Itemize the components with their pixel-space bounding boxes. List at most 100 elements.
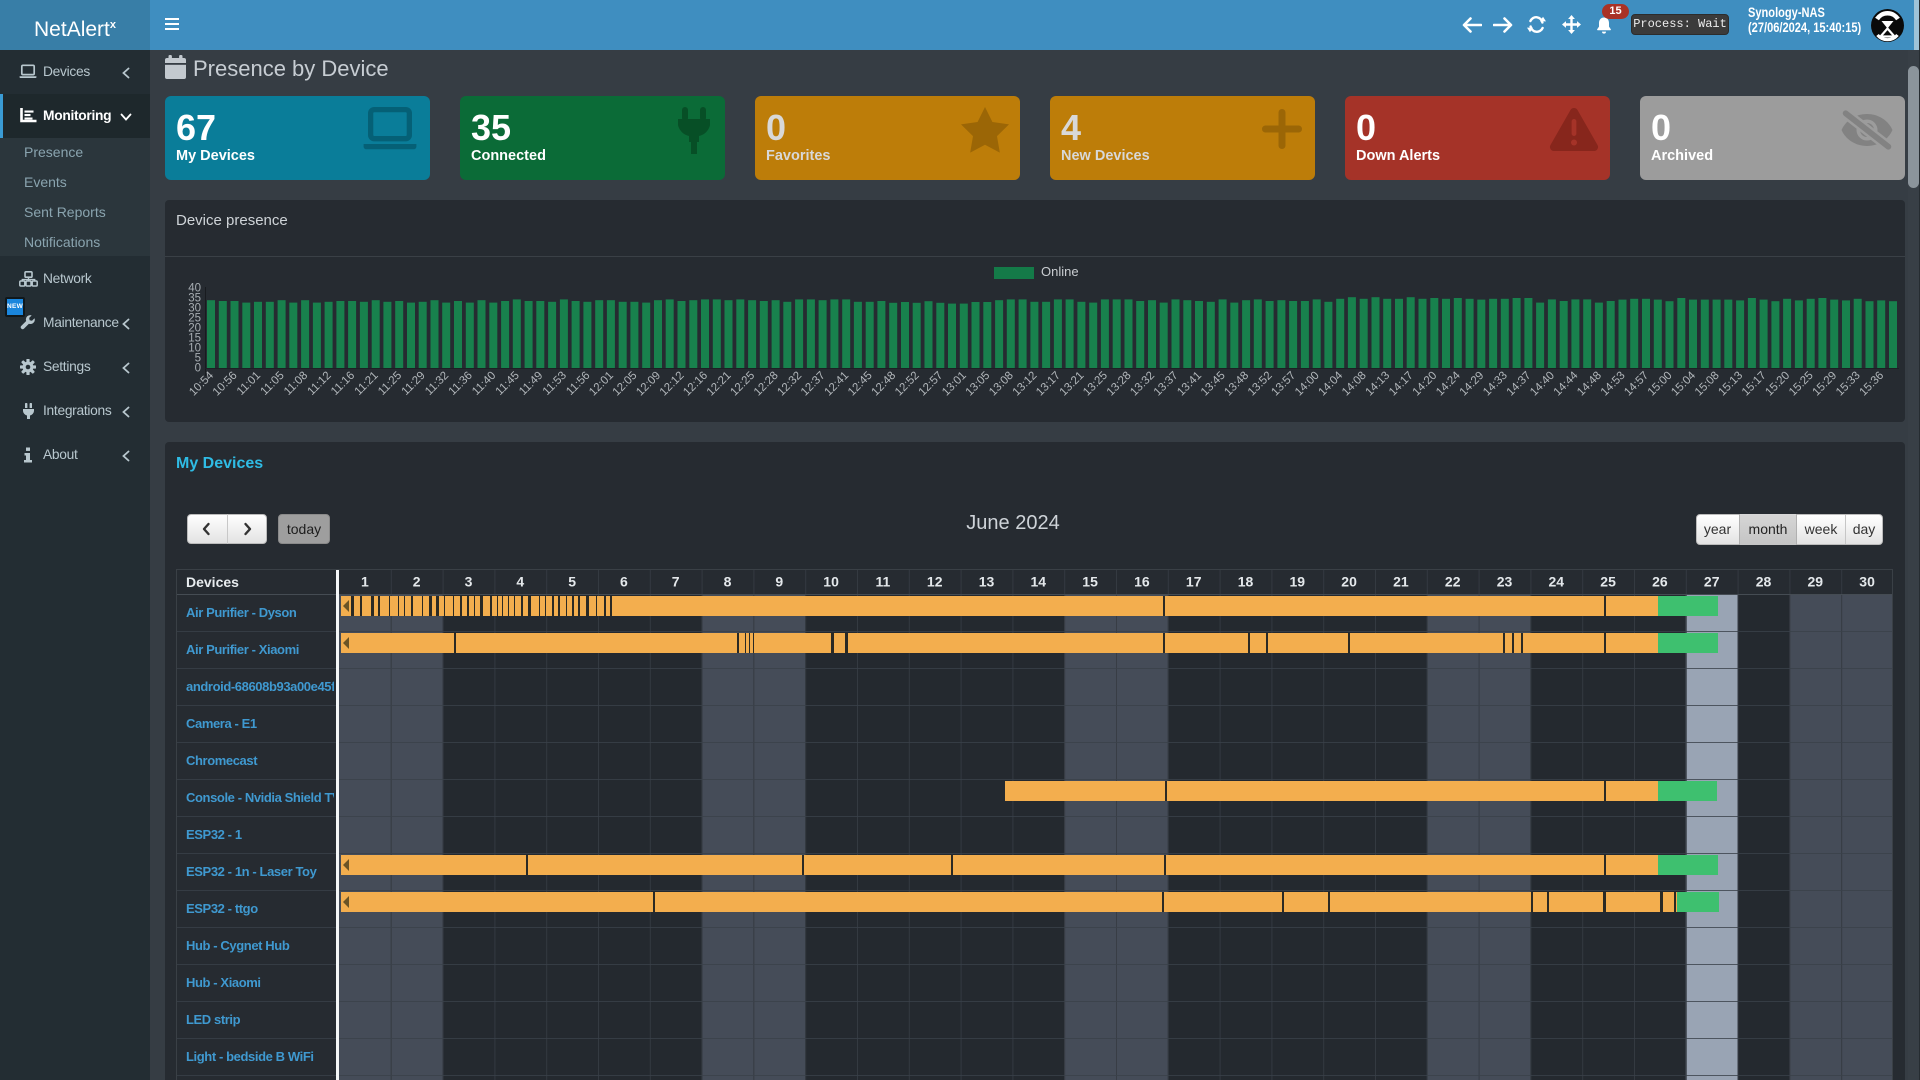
svg-text:14:08: 14:08	[1340, 370, 1369, 399]
svg-text:5: 5	[568, 574, 576, 590]
svg-text:8: 8	[724, 574, 732, 590]
svg-text:12:37: 12:37	[799, 370, 828, 399]
svg-text:11:56: 11:56	[564, 370, 592, 398]
svg-text:14:53: 14:53	[1599, 370, 1628, 399]
svg-text:11:12: 11:12	[305, 370, 333, 398]
svg-text:13:45: 13:45	[1199, 370, 1228, 399]
svg-text:11:08: 11:08	[282, 370, 310, 398]
svg-text:15:08: 15:08	[1693, 370, 1722, 399]
svg-text:15:20: 15:20	[1763, 370, 1792, 399]
svg-text:13:21: 13:21	[1058, 370, 1087, 399]
svg-text:14:17: 14:17	[1387, 370, 1416, 399]
svg-text:40: 40	[188, 283, 201, 295]
svg-text:12:25: 12:25	[728, 370, 757, 399]
svg-text:14:04: 14:04	[1316, 369, 1345, 398]
svg-text:13:12: 13:12	[1011, 370, 1040, 399]
svg-text:15:13: 15:13	[1716, 370, 1745, 399]
svg-text:14:44: 14:44	[1552, 369, 1581, 398]
svg-text:11:05: 11:05	[258, 370, 286, 398]
svg-text:6: 6	[620, 574, 628, 590]
svg-text:11:29: 11:29	[400, 370, 428, 398]
svg-text:1: 1	[361, 574, 369, 590]
svg-text:11:32: 11:32	[423, 370, 451, 398]
svg-text:12:52: 12:52	[893, 370, 922, 399]
svg-text:11:01: 11:01	[235, 370, 263, 398]
svg-text:12:09: 12:09	[634, 370, 663, 399]
svg-text:14:00: 14:00	[1293, 370, 1322, 399]
svg-text:14:24: 14:24	[1434, 369, 1463, 398]
svg-text:15:00: 15:00	[1646, 370, 1675, 399]
svg-text:15:33: 15:33	[1834, 370, 1863, 399]
svg-text:15:04: 15:04	[1669, 369, 1698, 398]
svg-text:24: 24	[1549, 574, 1565, 590]
svg-text:19: 19	[1290, 574, 1306, 590]
svg-text:26: 26	[1652, 574, 1668, 590]
svg-text:16: 16	[1134, 574, 1150, 590]
svg-text:13:37: 13:37	[1152, 370, 1181, 399]
svg-text:15:25: 15:25	[1787, 370, 1816, 399]
svg-text:14: 14	[1031, 574, 1047, 590]
svg-text:13:28: 13:28	[1105, 370, 1134, 399]
svg-text:13:32: 13:32	[1128, 370, 1157, 399]
svg-text:12:01: 12:01	[587, 370, 616, 399]
svg-text:11:36: 11:36	[447, 370, 475, 398]
svg-text:3: 3	[465, 574, 473, 590]
svg-text:12:12: 12:12	[658, 370, 687, 399]
svg-text:18: 18	[1238, 574, 1254, 590]
svg-text:13:41: 13:41	[1175, 370, 1204, 399]
svg-text:4: 4	[516, 574, 524, 590]
svg-text:28: 28	[1756, 574, 1772, 590]
svg-text:12: 12	[927, 574, 943, 590]
svg-text:14:57: 14:57	[1622, 370, 1651, 399]
svg-text:23: 23	[1497, 574, 1513, 590]
svg-text:14:48: 14:48	[1575, 370, 1604, 399]
svg-text:12:28: 12:28	[752, 370, 781, 399]
svg-text:13:01: 13:01	[940, 370, 969, 399]
svg-text:10:54: 10:54	[187, 369, 216, 398]
svg-text:12:16: 12:16	[681, 370, 710, 399]
svg-text:13:52: 13:52	[1246, 370, 1275, 399]
svg-text:9: 9	[775, 574, 783, 590]
svg-text:13:57: 13:57	[1269, 370, 1298, 399]
svg-text:30: 30	[1859, 574, 1875, 590]
svg-text:13:05: 13:05	[964, 370, 993, 399]
svg-text:14:20: 14:20	[1411, 370, 1440, 399]
svg-text:11:25: 11:25	[376, 370, 404, 398]
svg-text:13:17: 13:17	[1034, 370, 1063, 399]
svg-text:13: 13	[979, 574, 995, 590]
svg-text:27: 27	[1704, 574, 1720, 590]
svg-text:2: 2	[413, 574, 421, 590]
svg-text:12:45: 12:45	[846, 370, 875, 399]
svg-text:14:33: 14:33	[1481, 370, 1510, 399]
svg-text:13:48: 13:48	[1222, 370, 1251, 399]
svg-text:14:40: 14:40	[1528, 370, 1557, 399]
svg-text:11:49: 11:49	[517, 370, 545, 398]
svg-text:14:37: 14:37	[1505, 370, 1534, 399]
svg-text:17: 17	[1186, 574, 1202, 590]
svg-text:Devices: Devices	[186, 574, 239, 590]
svg-text:15:17: 15:17	[1740, 370, 1769, 399]
svg-text:11: 11	[875, 574, 890, 590]
svg-text:11:21: 11:21	[353, 370, 381, 398]
svg-text:10: 10	[823, 574, 839, 590]
svg-text:15:29: 15:29	[1810, 370, 1839, 399]
svg-text:13:25: 13:25	[1081, 370, 1110, 399]
svg-text:11:40: 11:40	[470, 370, 498, 398]
svg-text:10:56: 10:56	[211, 370, 240, 399]
svg-text:22: 22	[1445, 574, 1461, 590]
svg-text:25: 25	[1600, 574, 1616, 590]
svg-text:20: 20	[1341, 574, 1357, 590]
svg-text:15:36: 15:36	[1857, 370, 1886, 399]
svg-text:12:21: 12:21	[705, 370, 734, 399]
svg-text:12:41: 12:41	[822, 370, 851, 399]
svg-text:12:32: 12:32	[775, 370, 804, 399]
svg-text:14:13: 14:13	[1363, 370, 1392, 399]
svg-text:12:57: 12:57	[917, 370, 946, 399]
svg-text:15: 15	[1082, 574, 1098, 590]
svg-text:11:53: 11:53	[541, 370, 569, 398]
svg-text:21: 21	[1393, 574, 1409, 590]
svg-text:12:48: 12:48	[869, 370, 898, 399]
svg-text:13:08: 13:08	[987, 370, 1016, 399]
svg-text:29: 29	[1808, 574, 1824, 590]
svg-text:11:45: 11:45	[494, 370, 522, 398]
